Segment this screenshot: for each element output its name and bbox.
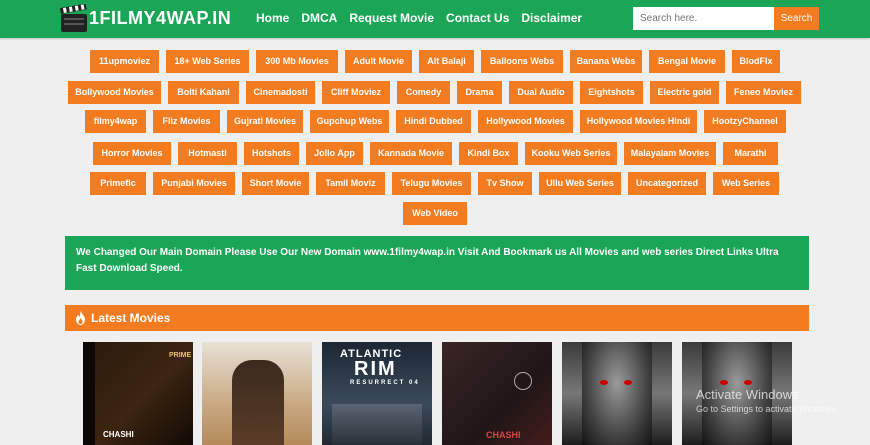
category-tag[interactable]: Ullu Web Series — [539, 172, 621, 195]
poster-side-strip — [83, 342, 95, 445]
category-tag[interactable]: Hollywood Movies Hindi — [580, 110, 697, 133]
category-tag[interactable]: Tv Show — [478, 172, 532, 195]
poster-emblem — [514, 372, 532, 390]
category-tag[interactable]: 18+ Web Series — [166, 50, 249, 73]
movie-poster[interactable]: CHASHI — [442, 342, 552, 445]
category-tag[interactable]: Telugu Movies — [392, 172, 471, 195]
category-tag[interactable]: Malayalam Movies — [624, 142, 716, 165]
category-tag[interactable]: Web Series — [713, 172, 779, 195]
poster-eye — [720, 380, 728, 385]
category-tag[interactable]: filmy4wap — [85, 110, 146, 133]
category-tag[interactable]: Gupchup Webs — [310, 110, 389, 133]
category-tag[interactable]: Cliff Moviez — [322, 81, 390, 104]
category-tag[interactable]: Gujrati Movies — [227, 110, 303, 133]
latest-movies-title: Latest Movies — [91, 311, 171, 325]
category-tag[interactable]: Fliz Movies — [153, 110, 220, 133]
category-tag[interactable]: Hindi Dubbed — [396, 110, 471, 133]
category-tag[interactable]: Feneo Moviez — [726, 81, 801, 104]
category-tag[interactable]: Bengal Movie — [649, 50, 725, 73]
category-tag[interactable]: Adult Movie — [345, 50, 412, 73]
poster-subtitle: RESURRECT 04 — [350, 380, 420, 386]
poster-title: CHASHI — [103, 430, 134, 439]
category-tag[interactable]: 300 Mb Movies — [256, 50, 338, 73]
category-tag[interactable]: Cinemadosti — [246, 81, 315, 104]
poster-title: CHASHI — [486, 430, 521, 440]
poster-figure — [232, 360, 284, 445]
category-tags: 11upmoviez 18+ Web Series 300 Mb Movies … — [0, 0, 870, 230]
poster-eye — [624, 380, 632, 385]
category-tag[interactable]: 11upmoviez — [90, 50, 159, 73]
category-tag[interactable]: Horror Movies — [93, 142, 171, 165]
poster-scene — [332, 404, 422, 445]
category-tag[interactable]: Marathi — [723, 142, 778, 165]
category-tag[interactable]: Bolti Kahani — [168, 81, 239, 104]
movie-poster[interactable]: ATLANTIC RIM RESURRECT 04 — [322, 342, 432, 445]
category-tag[interactable]: Kooku Web Series — [525, 142, 617, 165]
category-tag[interactable]: HootzyChannel — [704, 110, 786, 133]
category-tag[interactable]: Kindi Box — [459, 142, 518, 165]
domain-change-notice: We Changed Our Main Domain Please Use Ou… — [65, 236, 809, 290]
category-tag[interactable]: Dual Audio — [509, 81, 573, 104]
latest-movies-header: Latest Movies — [65, 305, 809, 331]
category-tag[interactable]: Balloons Webs — [481, 50, 563, 73]
category-tag[interactable]: Short Movie — [242, 172, 309, 195]
movie-poster[interactable] — [562, 342, 672, 445]
poster-eye — [600, 380, 608, 385]
category-tag[interactable]: Jollo App — [306, 142, 363, 165]
notice-text: We Changed Our Main Domain Please Use Ou… — [76, 247, 779, 274]
category-tag[interactable]: Punjabi Movies — [153, 172, 235, 195]
category-tag[interactable]: Eightshots — [580, 81, 643, 104]
category-tag[interactable]: Hotmasti — [178, 142, 237, 165]
category-tag[interactable]: Alt Balaji — [419, 50, 474, 73]
category-tag[interactable]: Bollywood Movies — [68, 81, 161, 104]
category-tag[interactable]: Uncategorized — [628, 172, 706, 195]
category-tag[interactable]: BlodFlx — [732, 50, 780, 73]
flame-icon — [75, 311, 86, 325]
category-tag[interactable]: Primeflc — [90, 172, 146, 195]
activate-windows-watermark: Activate Windows Go to Settings to activ… — [696, 387, 838, 414]
poster-title-main: RIM — [354, 358, 397, 380]
watermark-line-2: Go to Settings to activate Windows. — [696, 404, 839, 414]
category-tag[interactable]: Web Video — [403, 202, 467, 225]
category-tag[interactable]: Kannada Movie — [370, 142, 452, 165]
poster-face — [582, 342, 652, 445]
category-tag[interactable]: Banana Webs — [570, 50, 642, 73]
category-tag[interactable]: Tamil Moviz — [316, 172, 385, 195]
movie-poster[interactable]: PRIME CHASHI — [83, 342, 193, 445]
category-tag[interactable]: Electric goid — [650, 81, 719, 104]
watermark-line-1: Activate Windows — [696, 387, 799, 402]
poster-eye — [744, 380, 752, 385]
category-tag[interactable]: Comedy — [397, 81, 450, 104]
category-tag[interactable]: Hollywood Movies — [478, 110, 573, 133]
movie-poster[interactable] — [202, 342, 312, 445]
category-tag[interactable]: Hotshots — [244, 142, 299, 165]
category-tag[interactable]: Drama — [457, 81, 502, 104]
poster-label: PRIME — [169, 352, 192, 359]
